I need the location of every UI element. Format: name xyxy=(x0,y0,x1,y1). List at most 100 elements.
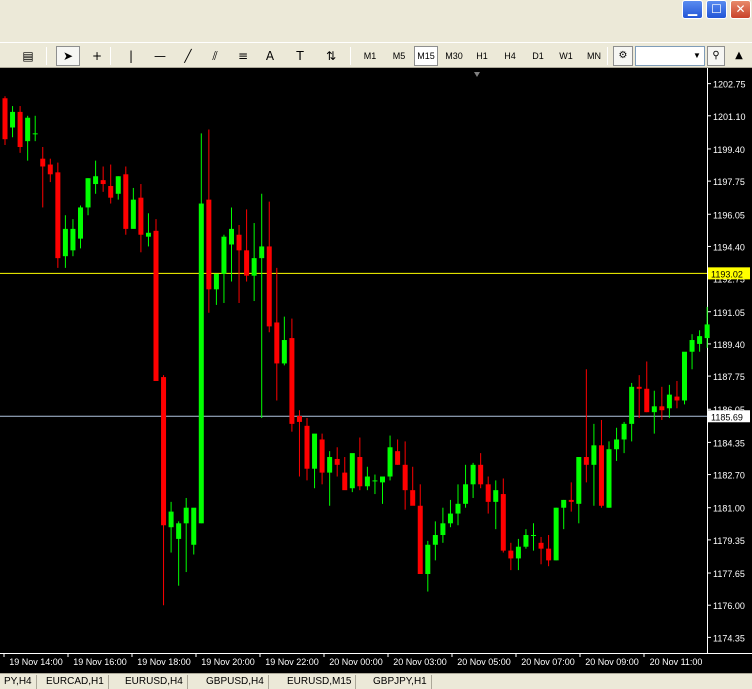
chart-tab[interactable]: GBPUSD,H4 xyxy=(202,675,269,689)
chart-tab[interactable]: EURUSD,H4 xyxy=(121,675,188,689)
price-tick-label: 1184.35 xyxy=(713,438,745,448)
time-tick-label: 19 Nov 16:00 xyxy=(73,657,127,667)
candle-body xyxy=(470,464,476,485)
candle-body xyxy=(191,507,197,545)
candle-body xyxy=(289,338,295,424)
timeframe-h4-button[interactable]: H4 xyxy=(498,46,522,66)
window-titlebar: ▁ ☐ ✕ xyxy=(0,0,752,42)
time-tick-label: 19 Nov 14:00 xyxy=(9,657,63,667)
candle-body xyxy=(432,535,438,545)
candle-body xyxy=(591,445,597,465)
timeframe-m1-button[interactable]: M1 xyxy=(358,46,382,66)
candle-body xyxy=(70,228,76,251)
candle-body xyxy=(296,416,302,422)
search-icon[interactable]: ⚲ xyxy=(707,46,725,66)
time-tick-label: 20 Nov 00:00 xyxy=(329,657,383,667)
price-tick-label: 1182.70 xyxy=(713,471,745,481)
chart-tabs: PY,H4 EURCAD,H1 EURUSD,H4 GBPUSD,H4 EURUSD,M… xyxy=(0,673,752,689)
candle-body xyxy=(440,523,446,536)
candle-body xyxy=(674,396,680,401)
candle-body xyxy=(493,490,499,502)
candle-body xyxy=(115,176,121,194)
candle-body xyxy=(576,457,582,504)
close-button[interactable]: ✕ xyxy=(730,0,751,19)
scroll-up-icon[interactable]: ▲ xyxy=(728,46,750,66)
candle-body xyxy=(614,439,620,450)
crosshair-icon[interactable]: + xyxy=(85,46,109,66)
candle-body xyxy=(455,503,461,514)
cursor-icon[interactable]: ➤ xyxy=(56,46,80,66)
vertical-line-icon[interactable]: | xyxy=(120,46,142,66)
price-tick-label: 1177.65 xyxy=(713,569,745,579)
candle-body xyxy=(447,513,453,524)
timeframe-mn-button[interactable]: MN xyxy=(582,46,606,66)
text-label-icon[interactable]: T xyxy=(289,46,311,66)
time-tick-label: 20 Nov 11:00 xyxy=(650,657,703,667)
candle-body xyxy=(410,490,416,506)
candle-body xyxy=(417,505,423,575)
time-tick-label: 20 Nov 05:00 xyxy=(457,657,511,667)
chevron-down-icon[interactable]: ▼ xyxy=(690,47,704,65)
trendline-icon[interactable]: ╱ xyxy=(177,46,199,66)
current-price-label: 1193.02 xyxy=(711,269,743,279)
candle-body xyxy=(123,174,129,229)
timeframe-d1-button[interactable]: D1 xyxy=(527,46,549,66)
arrows-icon[interactable]: ⇅ xyxy=(318,46,344,66)
time-tick-label: 19 Nov 22:00 xyxy=(265,657,319,667)
timeframe-m15-button[interactable]: M15 xyxy=(414,46,438,66)
timeframe-h1-button[interactable]: H1 xyxy=(471,46,493,66)
chart-tab[interactable]: PY,H4 xyxy=(0,675,37,689)
minimize-button[interactable]: ▁ xyxy=(682,0,703,19)
candle-body xyxy=(319,439,325,473)
gear-icon[interactable]: ⚙ xyxy=(613,46,633,66)
price-chart[interactable]: 1202.75 1201.10 1199.40 1197.75 1196.05 1194.… xyxy=(0,68,752,673)
candle-body xyxy=(485,484,491,502)
candle-body xyxy=(100,180,106,185)
candle-body xyxy=(402,464,408,491)
candle-body xyxy=(561,499,567,508)
chart-type-icon[interactable]: ▤ xyxy=(14,46,42,66)
timeframe-m5-button[interactable]: M5 xyxy=(387,46,411,66)
candle-body xyxy=(644,388,650,413)
equidistant-channel-icon[interactable]: ⫽ xyxy=(203,46,227,66)
candle-body xyxy=(704,324,710,339)
candle-body xyxy=(85,178,91,208)
text-icon[interactable]: A xyxy=(260,46,280,66)
candle-body xyxy=(229,228,234,245)
candle-body xyxy=(583,457,589,465)
chart-tab[interactable]: GBPJPY,H1 xyxy=(369,675,432,689)
chart-tab[interactable]: EURCAD,H1 xyxy=(42,675,109,689)
candle-body xyxy=(478,464,484,485)
candle-body xyxy=(55,172,61,259)
price-tick-label: 1179.35 xyxy=(713,536,745,546)
price-tick-label: 1176.00 xyxy=(713,601,745,611)
toolbar-separator xyxy=(607,47,608,65)
maximize-button[interactable]: ☐ xyxy=(706,0,727,19)
candle-body xyxy=(259,246,265,259)
candle-body xyxy=(17,111,23,147)
candle-body xyxy=(93,176,99,185)
candle-body xyxy=(546,548,552,561)
price-tick-label: 1202.75 xyxy=(713,80,746,90)
chart-tab[interactable]: EURUSD,M15 xyxy=(283,675,357,689)
price-tick-label: 1191.05 xyxy=(713,308,745,318)
time-tick-label: 19 Nov 20:00 xyxy=(201,657,255,667)
fibonacci-icon[interactable]: ≡ xyxy=(232,46,254,66)
candle-body xyxy=(206,199,212,290)
price-tick-label: 1181.00 xyxy=(713,504,745,514)
price-tick-label: 1189.40 xyxy=(713,340,745,350)
candle-body xyxy=(538,542,544,549)
candle-body xyxy=(130,199,136,229)
candle-body xyxy=(380,476,385,483)
candle-body xyxy=(213,273,219,290)
candle-body xyxy=(689,340,695,352)
price-tick-label: 1197.75 xyxy=(713,177,745,187)
candle-body xyxy=(221,236,227,274)
symbol-combo[interactable]: ▼ xyxy=(635,46,705,66)
candle-body xyxy=(568,499,574,502)
timeframe-w1-button[interactable]: W1 xyxy=(555,46,577,66)
candle-body xyxy=(10,111,16,128)
horizontal-line-icon[interactable]: — xyxy=(149,46,171,66)
candle-body xyxy=(659,406,665,411)
timeframe-m30-button[interactable]: M30 xyxy=(441,46,467,66)
